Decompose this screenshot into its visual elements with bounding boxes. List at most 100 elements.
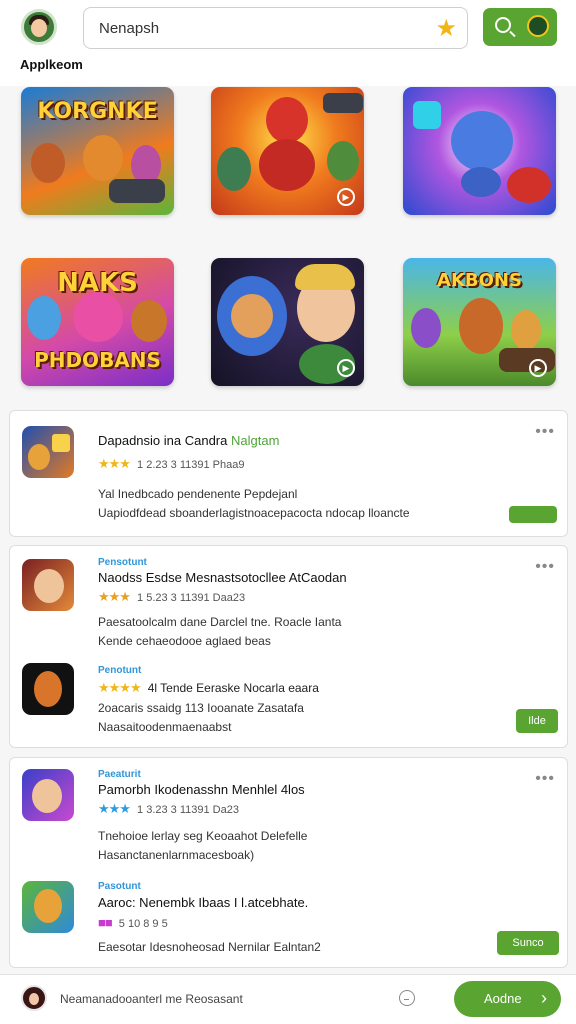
- gem-art: [413, 101, 441, 129]
- character-art: [217, 147, 251, 191]
- star-icon[interactable]: ★: [435, 14, 457, 43]
- character-art: [266, 97, 308, 143]
- app-rating: ★★★ 1 3.23 3 11391 Da23: [98, 801, 239, 817]
- app-rating: ★★★ 1 5.23 3 11391 Daa23: [98, 589, 245, 605]
- game-tile[interactable]: ▶: [211, 87, 364, 215]
- more-icon[interactable]: •••: [535, 559, 555, 575]
- character-art: [131, 300, 167, 342]
- app-description: Hasanctanenlarnmacesboak): [98, 848, 255, 862]
- rating-text: 1 5.23 3 11391 Daa23: [137, 592, 246, 604]
- app-description: Tnehoioe lerlay seg Keoaahot Delefelle: [98, 829, 308, 843]
- character-art: [52, 434, 70, 452]
- app-description: Yal Inedbcado pendenente Pepdejanl: [98, 487, 298, 501]
- app-description: Eaesotar Idesnoheosad Nernilar Ealntan2: [98, 940, 321, 954]
- bottom-bar: Neamanadooanterl me Reosasant Aodne ›: [0, 974, 576, 1024]
- tile-subtitle-art: PHDOBANS: [34, 348, 161, 372]
- game-tile[interactable]: [403, 87, 556, 215]
- more-icon[interactable]: •••: [535, 771, 555, 787]
- app-rating: ★★★★ 4l Tende Eeraske Nocarla eaara: [98, 680, 319, 696]
- action-button[interactable]: [509, 506, 557, 523]
- star-rating-icon: ★★★: [98, 456, 131, 471]
- play-icon[interactable]: ▶: [529, 359, 547, 377]
- app-icon[interactable]: [22, 769, 74, 821]
- game-tile[interactable]: AKBONS ▶: [403, 258, 556, 386]
- app-description: 2oacaris ssaidg 113 Iooanate Zasatafa: [98, 701, 304, 715]
- avatar[interactable]: [21, 9, 57, 45]
- character-art: [511, 310, 541, 350]
- bottom-message: Neamanadooanterl me Reosasant: [60, 992, 243, 1006]
- app-card[interactable]: ••• Dapadnsio ina Candra Nalgtam ★★★ 1 2…: [9, 410, 568, 537]
- category-tag: Penotunt: [98, 665, 142, 676]
- play-icon[interactable]: ▶: [337, 188, 355, 206]
- rating-text: 4l Tende Eeraske Nocarla eaara: [147, 681, 319, 695]
- app-description: Kende cehaeodooe aglaed beas: [98, 634, 271, 648]
- star-rating-icon: ★★★: [98, 589, 131, 604]
- app-rating: ★★★ 1 2.23 3 11391 Phaa9: [98, 456, 244, 472]
- character-art: [461, 167, 501, 197]
- app-title[interactable]: Dapadnsio ina Candra Nalgtam: [98, 433, 279, 448]
- rating-text: 1 3.23 3 11391 Da23: [137, 804, 239, 816]
- cannon-art: [323, 93, 363, 113]
- search-icon: [495, 17, 511, 33]
- app-icon[interactable]: [22, 426, 74, 478]
- app-icon[interactable]: [22, 881, 74, 933]
- game-tile[interactable]: KORGNKE: [21, 87, 174, 215]
- character-art: [27, 296, 61, 340]
- character-art: [451, 111, 513, 171]
- ball-art: [507, 167, 551, 203]
- character-art: [73, 292, 123, 342]
- search-input[interactable]: Nenapsh ★: [83, 7, 468, 49]
- game-tile[interactable]: NAKS PHDOBANS: [21, 258, 174, 386]
- header: Nenapsh ★ Applkeom: [0, 0, 576, 86]
- character-art: [28, 444, 50, 470]
- app-title-text: Dapadnsio ina Candra: [98, 433, 228, 448]
- app-description: Naasaitoodenmaenaabst: [98, 720, 232, 734]
- character-art: [83, 135, 123, 181]
- app-card[interactable]: ••• Paeaturit Pamorbh Ikodenasshn Menhle…: [9, 757, 568, 968]
- character-art: [411, 308, 441, 348]
- tile-title: AKBONS: [437, 270, 522, 291]
- character-art: [231, 294, 273, 338]
- app-title[interactable]: Aaroc: Nenembk Ibaas I l.atcebhate.: [98, 895, 308, 910]
- app-icon[interactable]: [22, 559, 74, 611]
- app-icon[interactable]: [22, 663, 74, 715]
- character-art: [295, 264, 355, 290]
- color-rating-icon: ■■: [98, 915, 113, 930]
- primary-button[interactable]: Aodne ›: [454, 981, 561, 1017]
- category-tag: Paeaturit: [98, 769, 141, 780]
- chevron-right-icon: ›: [541, 988, 547, 1008]
- section-title: Applkeom: [20, 57, 83, 72]
- rating-text: 5 10 8 9 5: [118, 918, 168, 930]
- app-description: Uapiodfdead sboanderlagistnoacepacocta n…: [98, 506, 410, 520]
- app-title[interactable]: Pamorbh Ikodenasshn Menhlel 4los: [98, 782, 305, 797]
- primary-button-label: Aodne: [484, 991, 522, 1006]
- avatar-face: [31, 19, 47, 37]
- install-button[interactable]: Ilde: [516, 709, 558, 733]
- avatar[interactable]: [21, 985, 47, 1011]
- character-art: [34, 671, 62, 707]
- app-title-suffix: Nalgtam: [231, 433, 280, 448]
- emoji-icon[interactable]: [399, 990, 415, 1006]
- install-button[interactable]: Sunco: [497, 931, 559, 955]
- category-tag: Pasotunt: [98, 881, 141, 892]
- more-icon[interactable]: •••: [535, 424, 555, 440]
- star-rating-icon: ★★★: [98, 801, 131, 816]
- character-art: [327, 141, 359, 181]
- tile-title: KORGNKE: [37, 99, 158, 124]
- search-button[interactable]: [483, 8, 557, 46]
- character-art: [259, 139, 315, 191]
- play-icon[interactable]: ▶: [337, 359, 355, 377]
- search-text: Nenapsh: [99, 20, 160, 37]
- app-description: Paesatoolcalm dane Darclel tne. Roacle I…: [98, 615, 342, 629]
- game-tile[interactable]: ▶: [211, 258, 364, 386]
- app-card[interactable]: ••• Pensotunt Naodss Esdse Mesnastsotocl…: [9, 545, 568, 748]
- character-art: [32, 779, 62, 813]
- character-art: [31, 143, 65, 183]
- profile-mini-icon: [527, 15, 549, 37]
- category-tag: Pensotunt: [98, 557, 147, 568]
- star-rating-icon: ★★★★: [98, 680, 142, 695]
- app-rating: ■■ 5 10 8 9 5: [98, 915, 168, 930]
- character-art: [459, 298, 503, 354]
- app-title[interactable]: Naodss Esdse Mesnastsotocllee AtCaodan: [98, 570, 347, 585]
- character-art: [34, 569, 64, 603]
